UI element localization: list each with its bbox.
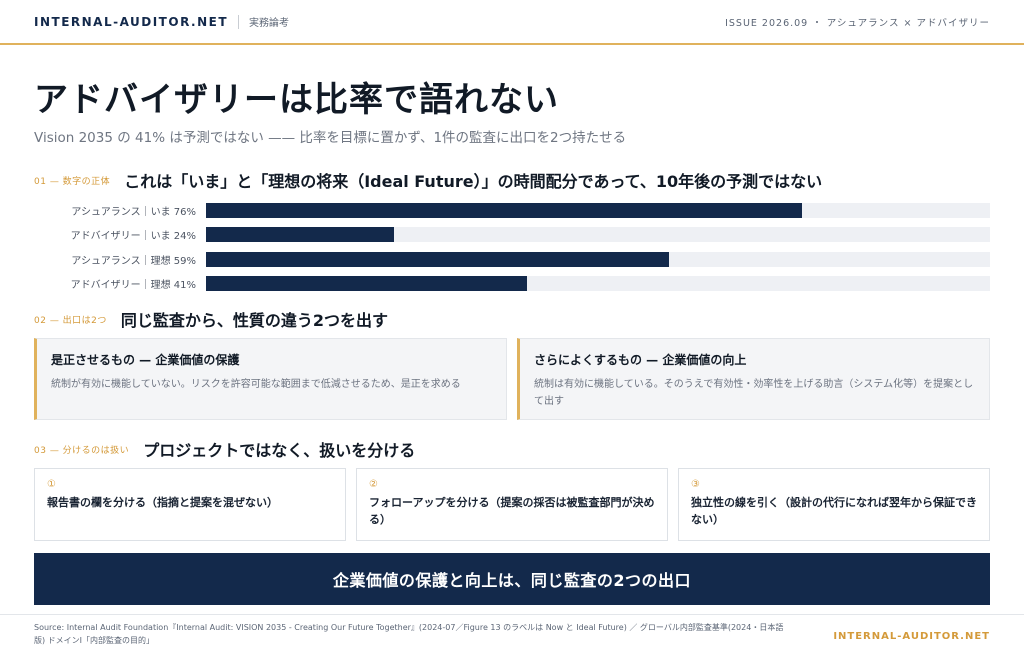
bar — [206, 276, 528, 292]
section-2-title: 同じ監査から、性質の違う2つを出す — [120, 311, 389, 330]
bar-track — [206, 227, 990, 243]
top-bar: INTERNAL-AUDITOR.NET 実務論考 ISSUE 2026.09 … — [0, 0, 1024, 45]
exit-cards: 是正させるもの — 企業価値の保護 統制が有効に機能していない。リスクを許容可能… — [34, 338, 990, 420]
bar-row: アシュアランス｜いま 76% — [34, 198, 990, 223]
header-divider — [238, 14, 240, 29]
footer-site-link[interactable]: INTERNAL-AUDITOR.NET — [833, 631, 990, 647]
bar-label: アドバイザリー｜理想 41% — [70, 280, 196, 292]
section-3-tag: 03 — 分けるのは扱い — [34, 445, 130, 456]
card-report-fields: ① 報告書の欄を分ける（指摘と提案を混ぜない） — [34, 468, 346, 541]
source-citation: Source: Internal Audit Foundation『Intern… — [34, 623, 784, 645]
card-independence: ③ 独立性の線を引く（設計の代行になれば翌年から保証できない） — [678, 468, 990, 541]
issue-label: ISSUE 2026.09 ・ アシュアランス × アドバイザリー — [725, 17, 990, 29]
bar — [206, 202, 802, 218]
section-2-header: 02 — 出口は2つ 同じ監査から、性質の違う2つを出す — [34, 307, 388, 331]
section-1-header: 01 — 数字の正体 これは「いま」と「理想の将来（Ideal Future）」… — [34, 168, 822, 192]
section-3-title: プロジェクトではなく、扱いを分ける — [143, 441, 416, 460]
bar-label: アシュアランス｜いま 76% — [71, 206, 196, 218]
section-1-tag: 01 — 数字の正体 — [34, 176, 111, 187]
bar-track — [206, 202, 990, 218]
ratio-bar-chart: アシュアランス｜いま 76% アドバイザリー｜いま 24% アシュアランス｜理想 5… — [34, 198, 990, 296]
bar-label: アシュアランス｜理想 59% — [71, 255, 196, 267]
card-number: ② — [369, 479, 378, 490]
card-number: ③ — [691, 479, 700, 490]
footer: Source: Internal Audit Foundation『Intern… — [0, 614, 1024, 647]
page-title: アドバイザリーは比率で語れない — [34, 80, 559, 120]
bar — [206, 251, 669, 267]
card-follow-up: ② フォローアップを分ける（提案の採否は被監査部門が決める） — [356, 468, 668, 541]
page-subtitle: Vision 2035 の 41% は予測ではない —— 比率を目標に置かず、1… — [34, 130, 627, 146]
card-text: 統制が有効に機能していない。リスクを許容可能な範囲まで低減させるため、是正を求め… — [51, 379, 461, 390]
card-text: 独立性の線を引く（設計の代行になれば翌年から保証できない） — [691, 496, 977, 526]
conclusion-banner: 企業価値の保護と向上は、同じ監査の2つの出口 — [34, 553, 990, 605]
section-1-title: これは「いま」と「理想の将来（Ideal Future）」の時間配分であって、1… — [124, 172, 823, 191]
card-protect-value: 是正させるもの — 企業価値の保護 統制が有効に機能していない。リスクを許容可能… — [34, 338, 507, 420]
bar-label: アドバイザリー｜いま 24% — [70, 231, 196, 243]
bar-row: アシュアランス｜理想 59% — [34, 247, 990, 272]
card-enhance-value: さらによくするもの — 企業価値の向上 統制は有効に機能している。そのうえで有効… — [517, 338, 990, 420]
bar-track — [206, 276, 990, 292]
section-2-tag: 02 — 出口は2つ — [34, 315, 107, 326]
category-label: 実務論考 — [249, 18, 290, 29]
card-text: 統制は有効に機能している。そのうえで有効性・効率性を上げる助言（システム化等）を… — [534, 379, 974, 407]
card-title: 是正させるもの — 企業価値の保護 — [51, 353, 240, 367]
card-text: フォローアップを分ける（提案の採否は被監査部門が決める） — [369, 496, 655, 526]
card-text: 報告書の欄を分ける（指摘と提案を混ぜない） — [47, 496, 278, 509]
section-3-header: 03 — 分けるのは扱い プロジェクトではなく、扱いを分ける — [34, 437, 415, 461]
site-logo[interactable]: INTERNAL-AUDITOR.NET — [34, 15, 228, 29]
card-number: ① — [47, 479, 56, 490]
bar-row: アドバイザリー｜理想 41% — [34, 272, 990, 297]
bar-row: アドバイザリー｜いま 24% — [34, 223, 990, 248]
card-title: さらによくするもの — 企業価値の向上 — [534, 353, 747, 367]
handling-cards: ① 報告書の欄を分ける（指摘と提案を混ぜない） ② フォローアップを分ける（提案… — [34, 468, 990, 541]
bar — [206, 227, 395, 243]
bar-track — [206, 251, 990, 267]
